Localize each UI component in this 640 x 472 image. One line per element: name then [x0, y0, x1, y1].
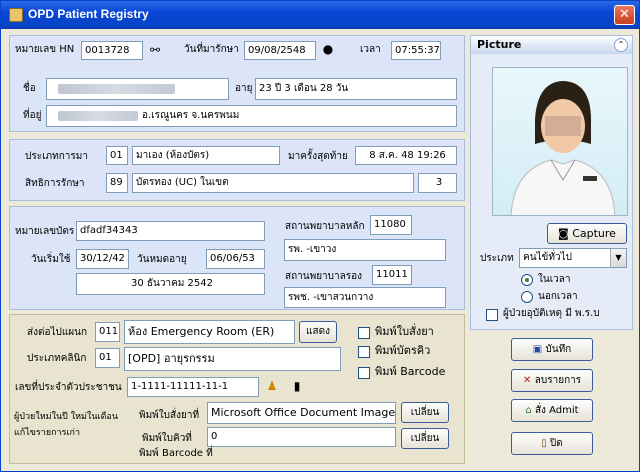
edit-old-label: แก้ไขรายการเก่า [14, 428, 81, 438]
treatment-right-code[interactable]: 89 [106, 173, 128, 193]
collapse-chevron-icon[interactable]: ⌃ [614, 38, 628, 52]
send-to-dept-name[interactable]: ห้อง Emergency Room (ER) [124, 320, 295, 344]
patient-type-value: คนไข้ทั่วไป [523, 252, 572, 263]
clinic-type-code[interactable]: 01 [95, 348, 120, 368]
main-hospital-label: สถานพยาบาลหลัก [285, 221, 365, 232]
expire-date-field[interactable]: 06/06/53 [206, 249, 265, 269]
redacted-address [58, 111, 138, 121]
start-date-long: 30 ธันวาคม 2542 [76, 273, 265, 295]
change-queue-printer-button[interactable]: เปลี่ยน [401, 428, 449, 449]
age-field[interactable]: 23 ปี 3 เดือน 28 วัน [255, 78, 457, 100]
send-to-dept-label: ส่งต่อไปแผนก [27, 327, 88, 338]
delete-label: ลบรายการ [534, 375, 582, 386]
start-date-label: วันเริ่มใช้ [31, 254, 71, 265]
clinic-type-label: ประเภทคลินิก [27, 353, 87, 364]
address-text: อ.เรณูนคร จ.นครพนม [142, 110, 240, 121]
visit-date-label: วันที่มารักษา [184, 44, 239, 55]
in-hours-radio[interactable] [521, 274, 533, 286]
in-hours-label: ในเวลา [538, 274, 571, 285]
close-window-button[interactable]: ✕ [614, 5, 635, 25]
exit-button[interactable]: ▯ ปิด [511, 432, 593, 455]
admit-icon: ⌂ [525, 405, 535, 416]
picture-title: Picture [477, 38, 522, 51]
card-number-label: หมายเลขบัตร [15, 226, 75, 237]
arrival-type-label: ประเภทการมา [25, 151, 88, 162]
treatment-right-name[interactable]: บัตรทอง (UC) ในเขต [132, 173, 414, 193]
admit-button[interactable]: ⌂ สั่ง Admit [511, 399, 593, 422]
show-button[interactable]: แสดง [299, 321, 337, 343]
admit-label: สั่ง Admit [534, 405, 579, 416]
treatment-right-extra[interactable]: 3 [418, 173, 457, 193]
sub-hospital-label: สถานพยาบาลรอง [285, 271, 363, 282]
patient-photo [492, 67, 628, 216]
expire-date-label: วันหมดอายุ [137, 254, 187, 265]
new-patient-label: ผู้ป่วยใหม่ในปี ใหม่ในเดือน [14, 412, 118, 422]
card-number-field[interactable]: dfadf34343 [76, 221, 265, 241]
last-visit-field[interactable]: 8 ส.ค. 48 19:26 [355, 146, 457, 165]
patient-type-select[interactable]: คนไข้ทั่วไป ▼ [519, 248, 627, 268]
dropdown-arrow-icon[interactable]: ▼ [610, 249, 626, 267]
citizen-id-field[interactable]: 1-1111-11111-11-1 [127, 377, 259, 397]
print-queue-checkbox[interactable] [358, 346, 370, 358]
start-date-field[interactable]: 30/12/42 [76, 249, 129, 269]
queue-printer-field[interactable]: 0 [207, 427, 396, 447]
out-hours-radio[interactable] [521, 291, 533, 303]
opd-registry-window: OPD Patient Registry ✕ หมายเลข HN 001372… [0, 0, 640, 472]
slip-printer-field[interactable]: Microsoft Office Document Image W [207, 402, 396, 424]
visit-date-field[interactable]: 09/08/2548 [244, 41, 316, 60]
main-hospital-name[interactable]: รพ. -เขาวง [284, 239, 446, 261]
patient-photo-svg [510, 81, 616, 215]
out-hours-label: นอกเวลา [538, 291, 578, 302]
door-icon: ▯ [541, 438, 550, 449]
disk-icon: ▣ [532, 344, 546, 355]
camera-icon: ◙ [558, 227, 573, 240]
patient-type-label: ประเภท [480, 253, 514, 264]
citizen-id-label: เลขที่ประจำตัวประชาชน [15, 382, 122, 393]
address-label: ที่อยู่ [23, 110, 42, 121]
print-queue-label: พิมพ์บัตรคิว [375, 344, 431, 357]
print-barcode-label: พิมพ์ Barcode [375, 365, 446, 378]
main-hospital-code[interactable]: 11080 [370, 215, 412, 235]
window-title: OPD Patient Registry [28, 7, 149, 21]
sub-hospital-name[interactable]: รพช. -เขาสวนกวาง [284, 287, 446, 308]
sub-hospital-code[interactable]: 11011 [372, 265, 412, 285]
delete-x-icon: ✕ [522, 375, 535, 386]
arrival-type-name[interactable]: มาเอง (ห้องบัตร) [132, 146, 280, 165]
age-label: อายุ [235, 83, 253, 94]
slip-printer-label: พิมพ์ใบสั่งยาที่ [139, 410, 200, 421]
binoculars-icon[interactable]: ⚯ [147, 43, 163, 57]
hn-field[interactable]: 0013728 [81, 41, 143, 60]
print-barcode-checkbox[interactable] [358, 367, 370, 379]
app-icon [9, 8, 23, 22]
accident-label: ผู้ป่วยอุบัติเหตุ มี พ.ร.บ [503, 308, 600, 319]
name-label: ชื่อ [23, 83, 36, 94]
send-to-dept-code[interactable]: 011 [95, 322, 120, 342]
time-field[interactable]: 07:55:37 [391, 41, 441, 60]
treatment-right-label: สิทธิการรักษา [25, 178, 85, 189]
arrival-type-code[interactable]: 01 [106, 146, 128, 165]
time-label: เวลา [360, 44, 381, 55]
save-button[interactable]: ▣ บันทึก [511, 338, 593, 361]
card-reader-icon[interactable]: ▮ [291, 379, 303, 393]
print-slip-label: พิมพ์ใบสั่งยา [375, 325, 434, 338]
change-slip-printer-button[interactable]: เปลี่ยน [401, 402, 449, 423]
capture-label: Capture [572, 227, 616, 240]
person-running-icon[interactable]: ♟ [265, 379, 279, 393]
clinic-type-name[interactable]: [OPD] อายุรกรรม [124, 347, 341, 371]
print-slip-checkbox[interactable] [358, 327, 370, 339]
delete-button[interactable]: ✕ ลบรายการ [511, 369, 593, 392]
barcode-printer-label: พิมพ์ Barcode ที่ [139, 448, 213, 459]
exit-label: ปิด [549, 438, 563, 449]
last-visit-label: มาครั้งสุดท้าย [288, 151, 348, 162]
save-label: บันทึก [545, 344, 572, 355]
hn-label: หมายเลข HN [15, 44, 75, 55]
capture-button[interactable]: ◙ Capture [547, 223, 627, 244]
lock-icon[interactable]: ● [320, 42, 336, 56]
redacted-name [58, 84, 175, 94]
accident-checkbox[interactable] [486, 309, 498, 321]
queue-printer-label: พิมพ์ใบคิวที่ [142, 433, 192, 444]
